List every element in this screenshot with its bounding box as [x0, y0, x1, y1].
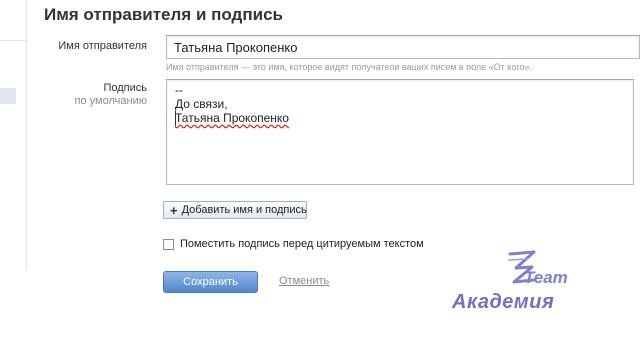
checkbox-label: Поместить подпись перед цитируемым текст… [180, 238, 424, 250]
signature-line: Татьяна Прокопенко [175, 111, 289, 125]
signature-label: Подпись [103, 82, 147, 94]
settings-page: Имя отправителя и подпись Имя отправител… [0, 0, 640, 360]
signature-position-option[interactable]: Поместить подпись перед цитируемым текст… [163, 238, 424, 250]
watermark-team-text: Team [524, 268, 568, 287]
signature-line: До связи, [175, 97, 228, 111]
signature-textarea[interactable]: -- До связи, Татьяна Прокопенко [166, 79, 634, 185]
sender-name-input[interactable] [166, 35, 640, 59]
cancel-link[interactable]: Отменить [279, 275, 329, 287]
signature-before-quote-checkbox[interactable] [163, 238, 174, 250]
left-sidebar [0, 0, 27, 270]
plus-icon: + [170, 202, 178, 218]
signature-sublabel: по умолчанию [74, 95, 147, 107]
section-title: Имя отправителя и подпись [44, 5, 283, 24]
add-name-signature-button[interactable]: + Добавить имя и подпись [163, 201, 307, 219]
save-button[interactable]: Сохранить [163, 271, 258, 293]
signature-line: -- [175, 83, 183, 97]
watermark-academy-text: Академия [452, 291, 555, 313]
sidebar-divider [0, 40, 26, 41]
watermark: Team Академия [452, 248, 602, 328]
sender-name-hint: Имя отправителя — это имя, которое видят… [166, 62, 532, 72]
sidebar-item-active[interactable] [0, 88, 16, 104]
sender-name-label: Имя отправителя [58, 40, 147, 52]
add-button-label: Добавить имя и подпись [181, 204, 307, 216]
